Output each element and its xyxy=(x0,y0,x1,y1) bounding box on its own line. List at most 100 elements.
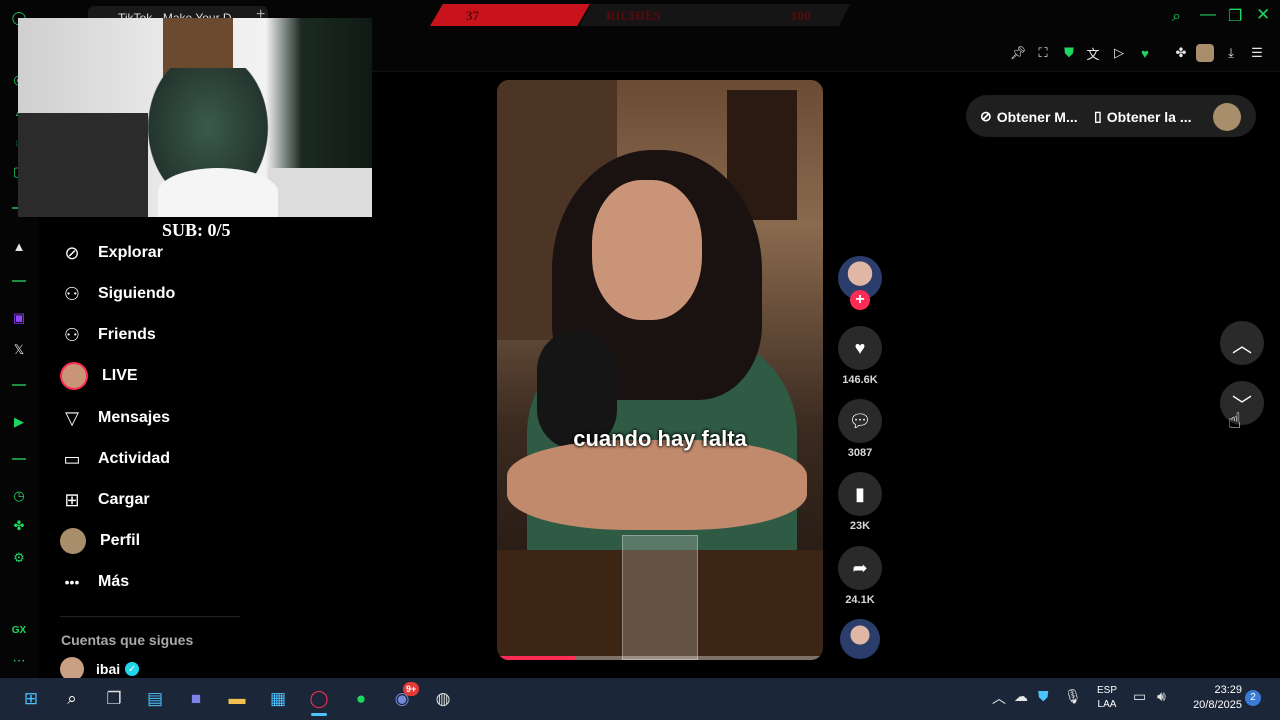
spotify-icon[interactable]: ● xyxy=(346,684,376,714)
shield-icon[interactable]: ⛊ xyxy=(1060,44,1078,62)
player-icon[interactable]: ▶ xyxy=(9,412,29,432)
obs-icon[interactable]: ◍ xyxy=(428,684,458,714)
like-action[interactable]: ♥ 146.6K xyxy=(838,326,882,386)
history-icon[interactable]: ◷ xyxy=(9,486,29,506)
widgets-icon[interactable]: ▤ xyxy=(140,684,170,714)
profile-icon[interactable] xyxy=(1196,44,1214,62)
pin-icon[interactable]: 📌︎ xyxy=(1009,44,1027,62)
goal-title: RICHIES xyxy=(606,8,661,23)
share-count: 24.1K xyxy=(845,594,875,606)
nav-label: Actividad xyxy=(98,450,171,467)
follow-plus-icon[interactable]: + xyxy=(850,290,870,310)
network-icon[interactable]: ▭ xyxy=(1133,688,1146,705)
video-progress-bar[interactable] xyxy=(497,656,823,660)
previous-video-button[interactable]: ︿ xyxy=(1220,321,1264,365)
heart-icon[interactable]: ♥ xyxy=(838,326,882,370)
nav-perfil[interactable]: Perfil xyxy=(60,526,140,556)
heart-icon[interactable]: ♥ xyxy=(1136,44,1154,62)
rail-more-icon[interactable]: ⋯ xyxy=(9,651,29,671)
gx-store-icon[interactable]: GX xyxy=(9,620,29,640)
webcam-chair xyxy=(158,168,278,217)
next-video-button[interactable]: ﹀ xyxy=(1220,381,1264,425)
live-avatar-icon xyxy=(60,362,88,390)
video-progress-fill xyxy=(497,656,576,660)
chat-icon[interactable]: ■ xyxy=(181,684,211,714)
nav-label: Friends xyxy=(98,326,156,343)
nav-siguiendo[interactable]: ⚇ Siguiendo xyxy=(60,279,175,309)
music-disc[interactable] xyxy=(840,619,880,659)
upload-icon: ⊞ xyxy=(64,489,80,510)
minimize-icon[interactable]: — xyxy=(1200,6,1216,24)
settings-gear-icon[interactable]: ⚙ xyxy=(9,548,29,568)
sidebar-divider xyxy=(60,616,240,617)
microphone-icon[interactable]: 🎙︎ xyxy=(1064,688,1082,705)
share-action[interactable]: ➦ 24.1K xyxy=(838,546,882,606)
profile-avatar-icon xyxy=(60,528,86,554)
menu-icon[interactable]: ☰ xyxy=(1248,44,1266,62)
comment-icon[interactable]: 💬︎ xyxy=(838,399,882,443)
get-coins-button[interactable]: ⊘ Obtener M... xyxy=(980,108,1078,125)
nav-live[interactable]: LIVE xyxy=(60,361,138,391)
video-player[interactable]: cuando hay falta xyxy=(497,80,823,660)
close-icon[interactable]: ✕ xyxy=(1256,5,1270,25)
notification-badge[interactable]: 2 xyxy=(1245,690,1261,706)
volume-icon[interactable]: 🔊︎ xyxy=(1157,688,1166,705)
video-scene-face xyxy=(592,180,702,320)
followed-account[interactable]: ibai ✓ xyxy=(60,657,140,681)
video-caption: cuando hay falta xyxy=(573,426,747,451)
task-view-icon[interactable]: ❐ xyxy=(99,684,129,714)
hand-cursor-icon: ☝︎ xyxy=(1228,408,1242,433)
extensions-rail-icon[interactable]: ✤ xyxy=(9,516,29,536)
get-app-label: Obtener la ... xyxy=(1106,108,1192,125)
more-icon: ••• xyxy=(64,574,80,590)
avatar[interactable] xyxy=(1213,103,1241,131)
nav-friends[interactable]: ⚇ Friends xyxy=(60,320,156,350)
chevron-up-icon[interactable]: ︿ xyxy=(992,688,1006,708)
rail-divider xyxy=(12,458,26,460)
nav-cargar[interactable]: ⊞ Cargar xyxy=(60,485,149,515)
send-icon: ▽ xyxy=(65,407,79,428)
friends-icon: ⚇ xyxy=(63,324,81,345)
compass-icon: ⊘ xyxy=(64,242,80,263)
nav-label: Siguiendo xyxy=(98,285,176,302)
nav-actividad[interactable]: ▭ Actividad xyxy=(60,444,170,474)
active-app-indicator xyxy=(311,713,327,716)
defender-icon[interactable]: ⛊ xyxy=(1038,688,1049,705)
search-icon[interactable]: ⌕ xyxy=(57,684,87,714)
goal-current: 37 xyxy=(466,8,479,23)
video-scene-arms xyxy=(507,440,807,530)
nav-mas[interactable]: ••• Más xyxy=(60,567,129,597)
x-twitter-icon[interactable]: 𝕏 xyxy=(9,340,29,360)
onedrive-icon[interactable]: ☁ xyxy=(1014,688,1028,705)
windows-start-icon[interactable]: ⊞ xyxy=(16,684,46,714)
tiktok-rail-icon[interactable]: ▲ xyxy=(9,236,29,256)
share-icon[interactable]: ➦ xyxy=(838,546,882,590)
translate-icon[interactable]: 文 xyxy=(1084,44,1102,62)
verified-badge-icon: ✓ xyxy=(125,662,140,676)
rail-divider xyxy=(12,384,26,386)
maximize-icon[interactable]: ❐ xyxy=(1228,6,1242,26)
opera-gx-taskbar-icon[interactable]: ◯ xyxy=(304,684,334,714)
download-icon[interactable]: ⤓ xyxy=(1222,44,1240,62)
nav-explorar[interactable]: ⊘ Explorar xyxy=(60,238,162,268)
clock[interactable]: 23:29 20/8/2025 xyxy=(1184,683,1242,713)
save-action[interactable]: ▮ 23K xyxy=(838,472,882,532)
search-icon[interactable]: ⌕ xyxy=(1172,8,1181,26)
keyboard-layout: LAA xyxy=(1097,699,1117,710)
comment-action[interactable]: 💬︎ 3087 xyxy=(838,399,882,459)
clock-date: 20/8/2025 xyxy=(1193,699,1242,711)
nav-mensajes[interactable]: ▽ Mensajes xyxy=(60,403,170,433)
rail-divider xyxy=(12,280,26,282)
extensions-icon[interactable]: ✤ xyxy=(1172,44,1190,62)
language-indicator[interactable]: ESP LAA xyxy=(1096,684,1118,712)
bookmark-icon[interactable]: ▮ xyxy=(838,472,882,516)
store-icon[interactable]: ▦ xyxy=(263,684,293,714)
save-count: 23K xyxy=(849,520,871,532)
snapshot-icon[interactable]: ⛶ xyxy=(1034,44,1052,62)
twitch-icon[interactable]: ▣ xyxy=(9,308,29,328)
file-explorer-icon[interactable]: ▬ xyxy=(222,684,252,714)
webcam-shelf xyxy=(18,113,148,217)
get-app-button[interactable]: ▯ Obtener la ... xyxy=(1094,108,1192,125)
play-icon[interactable]: ▷ xyxy=(1110,44,1128,62)
nav-label: Más xyxy=(98,573,130,590)
